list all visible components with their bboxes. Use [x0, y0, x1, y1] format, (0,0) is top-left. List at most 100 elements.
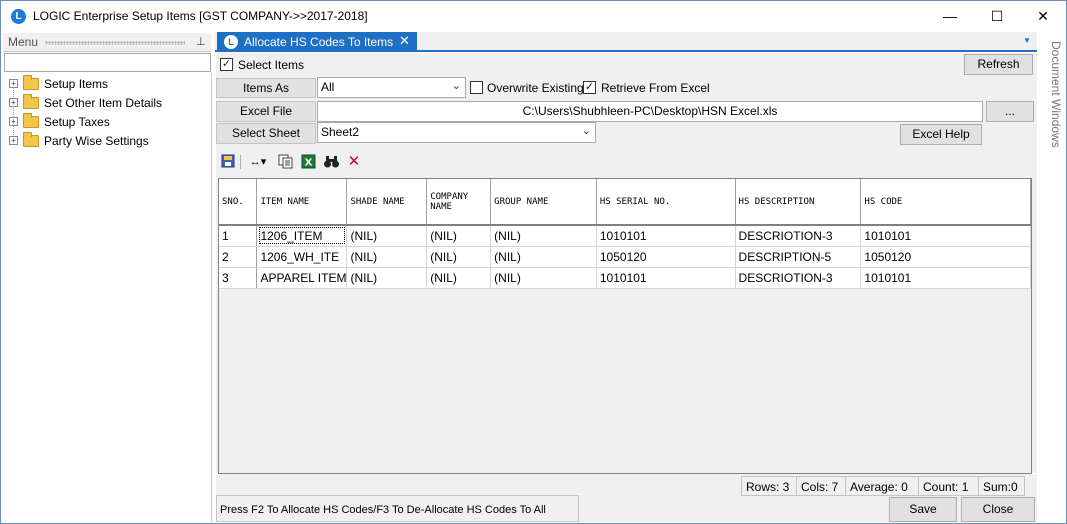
grid-toolbar: ↔▾ X ✕ [216, 150, 1037, 174]
expand-icon[interactable]: + [9, 98, 18, 107]
column-header-company-name[interactable]: COMPANY NAME [426, 179, 492, 226]
cell-hs-serial-no[interactable]: 1050120 [596, 246, 736, 268]
status-count: Count: 1 [918, 476, 979, 496]
tab-close-icon[interactable]: ✕ [399, 33, 410, 49]
folder-icon [23, 75, 39, 90]
save-button[interactable]: Save [889, 497, 957, 522]
retrieve-from-excel-label: Retrieve From Excel [601, 81, 710, 95]
column-header-group-name[interactable]: GROUP NAME [490, 179, 597, 226]
cell-group-name[interactable]: (NIL) [490, 225, 597, 247]
cell-hs-serial-no[interactable]: 1010101 [596, 225, 736, 247]
cell-group-name[interactable]: (NIL) [490, 267, 597, 289]
column-header-sno[interactable]: SNO. [219, 179, 258, 226]
maximize-button[interactable]: ☐ [974, 1, 1020, 31]
cell-company-name[interactable]: (NIL) [426, 246, 492, 268]
refresh-button[interactable]: Refresh [964, 54, 1033, 75]
browse-button[interactable]: ... [986, 101, 1034, 122]
items-as-value: All [321, 80, 335, 94]
tab-allocate-hs-codes[interactable]: L Allocate HS Codes To Items ✕ [217, 32, 417, 52]
cell-hs-code[interactable]: 1050120 [860, 246, 1031, 268]
tree-item-label: Setup Taxes [44, 115, 110, 129]
items-as-label: Items As [216, 78, 316, 98]
column-header-item-name[interactable]: ITEM NAME [256, 179, 348, 226]
cell-sno[interactable]: 3 [219, 267, 258, 289]
select-sheet-select[interactable]: Sheet2 ⌄ [317, 122, 596, 143]
logic-app-icon: L [11, 9, 26, 24]
close-window-button[interactable]: ✕ [1020, 1, 1066, 31]
cell-shade-name[interactable]: (NIL) [346, 225, 428, 247]
tree-item-label: Set Other Item Details [44, 96, 163, 110]
column-width-icon[interactable]: ↔▾ [246, 154, 270, 170]
window-title: LOGIC Enterprise Setup Items [GST COMPAN… [33, 9, 368, 23]
grip-dots [45, 41, 185, 45]
expand-icon[interactable]: + [9, 136, 18, 145]
excel-export-icon[interactable]: X [300, 154, 316, 170]
expand-icon[interactable]: + [9, 117, 18, 126]
table-row[interactable]: 2 1206_WH_ITE (NIL) (NIL) (NIL) 1050120 … [219, 246, 1031, 268]
chevron-down-icon: ⌄ [581, 125, 591, 137]
copy-icon[interactable] [277, 154, 293, 170]
select-items-label: Select Items [238, 58, 305, 72]
cell-hs-description[interactable]: DESCRIOTION-3 [735, 267, 862, 289]
cell-sno[interactable]: 2 [219, 246, 258, 268]
retrieve-from-excel-checkbox[interactable]: ✓ [583, 81, 596, 94]
menu-search-input[interactable] [4, 53, 211, 72]
menu-title: Menu [8, 35, 39, 49]
folder-icon [23, 132, 39, 147]
chevron-down-icon: ⌄ [451, 80, 461, 92]
cell-item-name[interactable]: 1206_ITEM [256, 225, 348, 247]
column-header-hs-serial-no[interactable]: HS SERIAL NO. [596, 179, 736, 226]
cell-hs-code[interactable]: 1010101 [860, 225, 1031, 247]
menu-header: Menu ⊥ [3, 33, 211, 52]
folder-icon [23, 113, 39, 128]
table-row[interactable]: 1 1206_ITEM (NIL) (NIL) (NIL) 1010101 DE… [219, 225, 1031, 247]
cell-hs-code[interactable]: 1010101 [860, 267, 1031, 289]
column-header-hs-description[interactable]: HS DESCRIPTION [735, 179, 862, 226]
expand-icon[interactable]: + [9, 79, 18, 88]
table-row[interactable]: 3 APPAREL ITEM (NIL) (NIL) (NIL) 1010101… [219, 267, 1031, 289]
cell-hs-serial-no[interactable]: 1010101 [596, 267, 736, 289]
status-rows: Rows: 3 [741, 476, 797, 496]
logic-tab-icon: L [224, 35, 238, 49]
cell-company-name[interactable]: (NIL) [426, 225, 492, 247]
tree-item-label: Setup Items [44, 77, 109, 91]
excel-help-button[interactable]: Excel Help [900, 124, 982, 145]
tree-connector [13, 85, 14, 143]
cell-item-name[interactable]: APPAREL ITEM [256, 267, 348, 289]
column-header-hs-code[interactable]: HS CODE [860, 179, 1031, 226]
tree-item-label: Party Wise Settings [44, 134, 149, 148]
save-layout-icon[interactable] [221, 154, 235, 170]
table-header-row: SNO. ITEM NAME SHADE NAME COMPANY NAME G… [219, 179, 1031, 226]
delete-icon[interactable]: ✕ [346, 154, 362, 170]
excel-file-label: Excel File [216, 101, 316, 122]
status-average: Average: 0 [845, 476, 919, 496]
status-sum: Sum:0 [978, 476, 1025, 496]
data-grid: SNO. ITEM NAME SHADE NAME COMPANY NAME G… [218, 178, 1032, 474]
select-sheet-label: Select Sheet [216, 123, 316, 144]
cell-item-name[interactable]: 1206_WH_ITE [256, 246, 348, 268]
cell-sno[interactable]: 1 [219, 225, 258, 247]
menu-tree: + Setup Items + Set Other Item Details +… [3, 73, 212, 522]
tab-label: Allocate HS Codes To Items [244, 35, 394, 49]
items-table: SNO. ITEM NAME SHADE NAME COMPANY NAME G… [219, 179, 1031, 289]
minimize-button[interactable]: — [927, 1, 973, 31]
excel-file-input[interactable]: C:\Users\Shubhleen-PC\Desktop\HSN Excel.… [317, 101, 983, 122]
pin-icon[interactable]: ⊥ [196, 35, 206, 48]
document-windows-panel[interactable]: Document Windows [1041, 41, 1063, 161]
find-icon[interactable] [322, 154, 340, 170]
overwrite-existing-checkbox[interactable] [470, 81, 483, 94]
column-header-shade-name[interactable]: SHADE NAME [346, 179, 428, 226]
cell-group-name[interactable]: (NIL) [490, 246, 597, 268]
app-window: L LOGIC Enterprise Setup Items [GST COMP… [0, 0, 1067, 524]
cell-company-name[interactable]: (NIL) [426, 267, 492, 289]
folder-icon [23, 94, 39, 109]
close-button[interactable]: Close [961, 497, 1035, 522]
cell-hs-description[interactable]: DESCRIPTION-5 [735, 246, 862, 268]
items-as-select[interactable]: All ⌄ [317, 77, 466, 98]
cell-shade-name[interactable]: (NIL) [346, 246, 428, 268]
status-cols: Cols: 7 [796, 476, 846, 496]
cell-hs-description[interactable]: DESCRIOTION-3 [735, 225, 862, 247]
select-items-checkbox[interactable]: ✓ [220, 58, 233, 71]
cell-shade-name[interactable]: (NIL) [346, 267, 428, 289]
tab-menu-chevron-icon[interactable]: ▼ [1023, 36, 1031, 45]
